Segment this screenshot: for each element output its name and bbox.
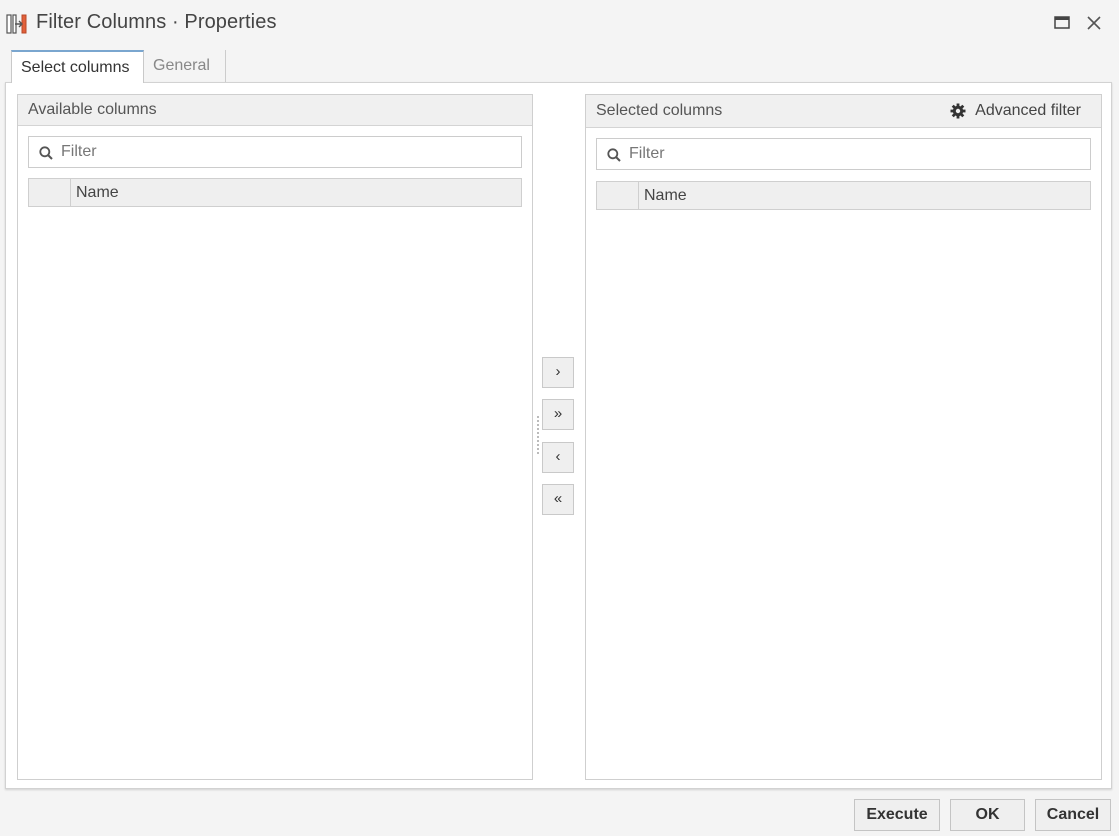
add-all-button[interactable]: »	[542, 399, 574, 430]
available-columns-panel: Available columns Name	[17, 94, 533, 780]
available-name-column-header[interactable]: Name	[76, 179, 119, 206]
selected-columns-header: Selected columns Advanced filter	[586, 95, 1101, 128]
gear-icon	[950, 103, 966, 119]
selected-columns-panel: Selected columns Advanced filter Filter …	[585, 94, 1102, 780]
filter-columns-app-icon	[6, 14, 27, 34]
execute-button[interactable]: Execute	[854, 799, 940, 831]
add-selected-button[interactable]: ›	[542, 357, 574, 388]
advanced-filter-label: Advanced filter	[975, 102, 1081, 119]
panel-splitter[interactable]	[537, 416, 539, 454]
advanced-filter-button[interactable]: Advanced filter	[950, 95, 1081, 128]
window-title: Filter Columns · Properties	[36, 11, 277, 33]
available-grid-header: Name	[28, 178, 522, 207]
search-icon	[39, 146, 53, 160]
tab-content: Available columns Name › » ‹ « Selected …	[5, 82, 1112, 789]
search-icon	[607, 148, 621, 162]
cancel-button[interactable]: Cancel	[1035, 799, 1111, 831]
available-filter-input[interactable]	[59, 137, 517, 167]
selected-select-all-cell[interactable]	[597, 182, 639, 209]
selected-grid-header: Name	[596, 181, 1091, 210]
available-filter-box	[28, 136, 522, 168]
maximize-icon[interactable]	[1052, 13, 1072, 33]
remove-selected-button[interactable]: ‹	[542, 442, 574, 473]
remove-all-button[interactable]: «	[542, 484, 574, 515]
available-columns-header: Available columns	[18, 95, 532, 126]
ok-button[interactable]: OK	[950, 799, 1025, 831]
tab-select-columns[interactable]: Select columns	[11, 50, 144, 83]
selected-name-column-header[interactable]: Name	[644, 182, 687, 209]
window-titlebar: Filter Columns · Properties	[0, 0, 1119, 48]
tab-general[interactable]: General	[144, 50, 226, 83]
available-select-all-cell[interactable]	[29, 179, 71, 206]
close-icon[interactable]	[1084, 13, 1104, 33]
selected-columns-title: Selected columns	[596, 102, 723, 119]
selected-filter-input[interactable]	[627, 139, 1086, 169]
selected-filter-box	[596, 138, 1091, 170]
